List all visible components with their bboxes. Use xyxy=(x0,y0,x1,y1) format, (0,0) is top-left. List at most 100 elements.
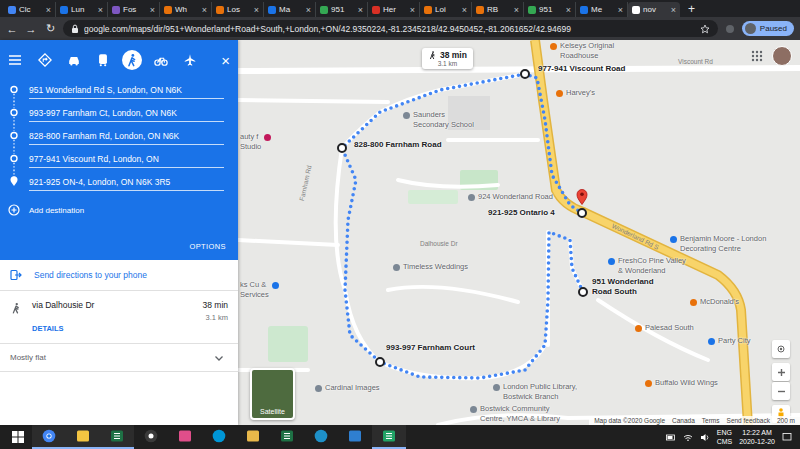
waypoint-marker[interactable] xyxy=(337,143,347,153)
browser-tab[interactable]: Wh× xyxy=(160,2,212,17)
browser-tab[interactable]: nov× xyxy=(628,2,680,17)
add-destination-button[interactable]: Add destination xyxy=(8,204,224,216)
place-label[interactable]: Bostwick CommunityCentre, YMCA & Library xyxy=(470,404,560,424)
waypoint-marker[interactable] xyxy=(578,287,588,297)
nav-button[interactable]: ↻ xyxy=(44,22,56,35)
travel-mode-best-icon[interactable] xyxy=(35,50,55,70)
browser-tab[interactable]: Ma× xyxy=(264,2,316,17)
browser-tab[interactable]: 951× xyxy=(524,2,576,17)
taskbar-explorer-icon[interactable] xyxy=(66,425,100,449)
close-button[interactable]: × xyxy=(221,52,230,69)
browser-tab[interactable]: 951× xyxy=(316,2,368,17)
browser-tab[interactable]: Clc× xyxy=(4,2,56,17)
start-button[interactable] xyxy=(4,425,32,449)
place-label[interactable]: ks Cu &Services xyxy=(240,280,279,300)
apps-grid-icon[interactable] xyxy=(751,50,763,62)
language-indicator[interactable]: ENGCMS xyxy=(717,428,733,446)
browser-tab[interactable]: Fos× xyxy=(108,2,160,17)
new-tab-button[interactable]: + xyxy=(680,2,703,17)
waypoint-input[interactable]: 993-997 Farnham Ct, London, ON N6K xyxy=(29,103,224,122)
profile-button[interactable]: Paused xyxy=(742,21,794,36)
nav-button[interactable]: ← xyxy=(6,23,18,35)
place-label[interactable]: Cardinal Images xyxy=(315,383,380,393)
footer-link[interactable]: Terms xyxy=(702,417,720,424)
place-label[interactable]: SaundersSecondary School xyxy=(403,110,474,130)
tab-close[interactable]: × xyxy=(306,5,311,15)
notifications-icon[interactable] xyxy=(782,432,792,442)
route-option[interactable]: via Dalhousie DrDETAILS38 min3.1 km xyxy=(0,291,238,344)
tab-close[interactable]: × xyxy=(254,5,259,15)
travel-mode-walk-icon[interactable] xyxy=(122,50,142,70)
footer-link[interactable]: Send feedback xyxy=(727,417,770,424)
waypoint-input[interactable]: 977-941 Viscount Rd, London, ON xyxy=(29,149,224,168)
browser-tab[interactable]: Loi× xyxy=(420,2,472,17)
browser-tab[interactable]: Her× xyxy=(368,2,420,17)
taskbar-edge-icon[interactable] xyxy=(304,425,338,449)
star-icon[interactable] xyxy=(700,24,710,34)
zoom-out-button[interactable] xyxy=(772,382,790,400)
address-bar[interactable]: google.com/maps/dir/951+Wonderland+Road+… xyxy=(63,20,718,37)
extension-icon[interactable] xyxy=(725,24,735,34)
waypoint-input[interactable]: 921-925 ON-4, London, ON N6K 3R5 xyxy=(29,172,224,191)
options-button[interactable]: OPTIONS xyxy=(177,242,238,260)
place-label[interactable]: Buffalo Wild Wings xyxy=(645,378,718,388)
place-label[interactable]: Party City xyxy=(708,336,751,346)
taskbar-photos-icon[interactable] xyxy=(168,425,202,449)
tab-close[interactable]: × xyxy=(410,5,415,15)
waypoint-marker[interactable] xyxy=(520,69,530,79)
browser-tab[interactable]: Los× xyxy=(212,2,264,17)
travel-mode-bike-icon[interactable] xyxy=(151,50,171,70)
account-avatar-icon[interactable] xyxy=(772,46,792,66)
taskbar-hp-icon[interactable] xyxy=(202,425,236,449)
taskbar-calc-icon[interactable] xyxy=(270,425,304,449)
taskbar-chrome-icon[interactable] xyxy=(32,425,66,449)
waypoint-input[interactable]: 951 Wonderland Rd S, London, ON N6K xyxy=(29,80,224,99)
details-link[interactable]: DETAILS xyxy=(32,324,192,333)
place-label[interactable]: FreshCo Pine Valley& Wonderland xyxy=(608,256,686,276)
waypoint-marker[interactable] xyxy=(577,208,587,218)
satellite-toggle[interactable]: Satellite xyxy=(250,368,295,420)
travel-mode-flight-icon[interactable] xyxy=(180,50,200,70)
tab-close[interactable]: × xyxy=(150,5,155,15)
destination-pin-icon[interactable] xyxy=(576,188,588,205)
menu-icon[interactable] xyxy=(8,54,22,66)
map[interactable]: Viscount RdWonderland Rd SDalhousie DrFa… xyxy=(238,40,800,425)
clock[interactable]: 12:22 AM2020-12-20 xyxy=(739,428,775,446)
browser-tab[interactable]: Lun× xyxy=(56,2,108,17)
tab-close[interactable]: × xyxy=(514,5,519,15)
travel-mode-car-icon[interactable] xyxy=(64,50,84,70)
tab-close[interactable]: × xyxy=(46,5,51,15)
footer-link[interactable]: 200 m xyxy=(777,417,795,424)
place-label[interactable]: Timeless Weddings xyxy=(393,262,468,272)
tab-close[interactable]: × xyxy=(618,5,623,15)
send-to-phone[interactable]: Send directions to your phone xyxy=(0,260,238,291)
zoom-in-button[interactable] xyxy=(772,363,790,381)
footer-link[interactable]: Map data ©2020 Google xyxy=(594,417,665,424)
elevation-row[interactable]: Mostly flat xyxy=(0,344,238,372)
taskbar-folder-icon[interactable] xyxy=(236,425,270,449)
place-label[interactable]: Harvey's xyxy=(556,88,595,98)
footer-link[interactable]: Canada xyxy=(672,417,695,424)
browser-tab[interactable]: Me× xyxy=(576,2,628,17)
taskbar-camera-icon[interactable] xyxy=(134,425,168,449)
taskbar-sheet-icon[interactable] xyxy=(372,425,406,449)
place-label[interactable]: Benjamin Moore - LondonDecorating Centre xyxy=(670,234,766,254)
place-label[interactable]: 924 Wonderland Road xyxy=(468,192,553,202)
tab-close[interactable]: × xyxy=(462,5,467,15)
travel-mode-transit-icon[interactable] xyxy=(93,50,113,70)
route-bubble[interactable]: 38 min3.1 km xyxy=(422,48,473,69)
waypoint-input[interactable]: 828-800 Farnham Rd, London, ON N6K xyxy=(29,126,224,145)
taskbar-excel-icon[interactable] xyxy=(100,425,134,449)
place-label[interactable]: London Public Library,Bostwick Branch xyxy=(493,382,577,402)
nav-button[interactable]: → xyxy=(25,23,37,35)
place-label[interactable]: McDonald's xyxy=(690,297,739,307)
browser-tab[interactable]: RB× xyxy=(472,2,524,17)
taskbar-gallery-icon[interactable] xyxy=(338,425,372,449)
tab-close[interactable]: × xyxy=(358,5,363,15)
place-label[interactable]: Palesad South xyxy=(635,323,694,333)
place-label[interactable]: auty fStudio xyxy=(240,132,271,152)
my-location-button[interactable] xyxy=(772,340,790,358)
tab-close[interactable]: × xyxy=(566,5,571,15)
tab-close[interactable]: × xyxy=(671,5,676,15)
tab-close[interactable]: × xyxy=(202,5,207,15)
